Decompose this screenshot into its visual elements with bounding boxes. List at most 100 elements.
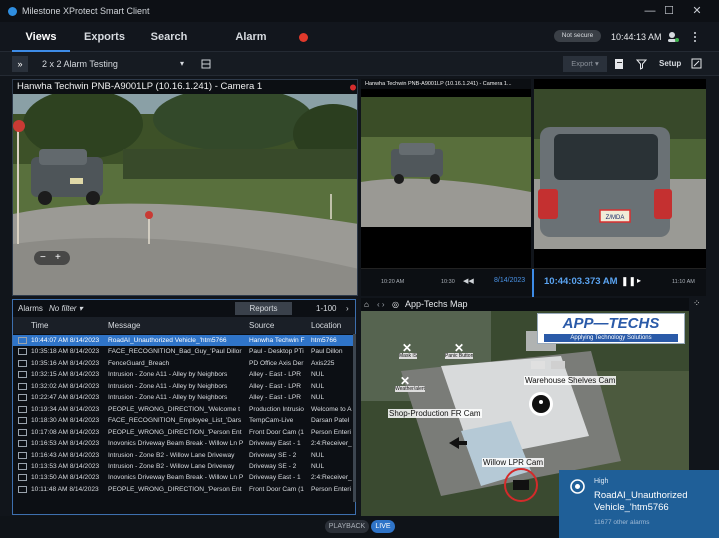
alarm-row[interactable]: 10:35:16 AM 8/14/2023 FenceGuard_Breach PD… <box>13 358 355 369</box>
col-message[interactable]: Message <box>108 317 140 334</box>
alarm-filter-value: No filter <box>49 304 77 313</box>
zoom-in-button[interactable]: + <box>55 251 61 265</box>
alarm-row[interactable]: 10:16:43 AM 8/14/2023 Intrusion - Zone B2… <box>13 450 355 461</box>
user-icon[interactable] <box>667 31 679 43</box>
document-icon[interactable] <box>614 58 625 70</box>
view-selector[interactable]: 2 x 2 Alarm Testing <box>42 56 118 72</box>
camera-1-video <box>13 94 357 295</box>
alarm-row[interactable]: 10:44:07 AM 8/14/2023 RoadAI_Unauthorized… <box>13 335 355 347</box>
alarm-location: Person Enteri <box>311 485 351 493</box>
fullscreen-icon[interactable] <box>691 58 702 69</box>
reports-button[interactable]: Reports <box>235 302 292 315</box>
alarm-time: 10:17:08 AM 8/14/2023 <box>31 428 100 436</box>
alarm-time: 10:22:47 AM 8/14/2023 <box>31 394 100 402</box>
alarm-location: Axis225 <box>311 359 335 367</box>
alarm-message: Intrusion - Zone A11 - Alley by Neighbor… <box>108 382 228 390</box>
alarm-location: Darsan Patel <box>311 417 350 425</box>
timeline-mid-time: 10:30 <box>441 279 455 285</box>
tab-views[interactable]: Views <box>12 22 70 52</box>
alarm-row-icon <box>18 382 27 390</box>
expand-panel-icon[interactable]: » <box>12 56 28 72</box>
view-setup-icon[interactable] <box>201 59 211 69</box>
not-secure-badge[interactable]: Not secure <box>554 30 601 42</box>
alarm-time: 10:13:50 AM 8/14/2023 <box>31 474 100 482</box>
alarm-location: Welcome to A <box>311 405 352 413</box>
mode-bar: PLAYBACK LIVE <box>0 516 559 538</box>
panic-button-label: Panic Button <box>445 353 474 359</box>
alarm-notification[interactable]: High RoadAI_Unauthorized Vehicle_'htm576… <box>559 470 719 538</box>
alarm-row[interactable]: 10:32:02 AM 8/14/2023 Intrusion - Zone A1… <box>13 381 355 392</box>
next-page-icon[interactable]: › <box>346 300 349 317</box>
alarm-source: PD Office Axis Der <box>249 359 304 367</box>
zoom-out-button[interactable]: − <box>40 251 46 265</box>
alarm-indicator-icon <box>299 33 308 42</box>
playback-timeline[interactable]: 10:20 AM 10:30 ◀◀ 8/14/2023 10:44:03.373… <box>361 268 706 297</box>
alarm-list-panel: Alarms No filter ▾ Reports 1-100 › Time … <box>12 299 356 515</box>
chevron-down-icon[interactable]: ▾ <box>180 56 184 72</box>
home-icon[interactable]: ⌂ <box>364 298 369 311</box>
camera-1-panel[interactable]: Hanwha Techwin PNB-A9001LP (10.16.1.241)… <box>12 79 358 296</box>
willow-lpr-camera-icon[interactable] <box>503 467 539 503</box>
camera-1-title: Hanwha Techwin PNB-A9001LP (10.16.1.241)… <box>13 80 357 94</box>
alarm-row[interactable]: 10:13:53 AM 8/14/2023 Intrusion - Zone B2… <box>13 461 355 472</box>
camera-3-panel[interactable]: Z/MDA <box>534 79 706 289</box>
alarm-location: NUL <box>311 462 325 470</box>
setup-button[interactable]: Setup <box>659 56 681 72</box>
alarm-location: Person Enteri <box>311 428 351 436</box>
close-button[interactable]: ✕ <box>680 0 714 22</box>
alarm-filter-dropdown[interactable]: No filter ▾ <box>49 300 83 317</box>
export-label: Export <box>571 59 593 68</box>
col-location[interactable]: Location <box>311 317 341 334</box>
alarm-row[interactable]: 10:22:47 AM 8/14/2023 Intrusion - Zone A1… <box>13 392 355 403</box>
alarm-time: 10:35:18 AM 8/14/2023 <box>31 348 100 356</box>
alarm-row[interactable]: 10:11:48 AM 8/14/2023 PEOPLE_WRONG_DIRECT… <box>13 484 355 495</box>
alarm-message: Inovonics Driveway Beam Break - Willow L… <box>108 474 244 482</box>
col-time[interactable]: Time <box>31 317 48 334</box>
alarm-location: Paul Dillon <box>311 348 343 356</box>
more-menu-icon[interactable] <box>693 31 697 43</box>
map-label-warehouse-cam[interactable]: Warehouse Shelves Cam <box>524 376 617 385</box>
camera-3-video: Z/MDA <box>534 89 706 249</box>
alarm-row[interactable]: 10:18:30 AM 8/14/2023 FACE_RECOGNITION_Em… <box>13 415 355 426</box>
alarm-source: Alley - East - LPR <box>249 371 302 379</box>
notification-message: RoadAI_Unauthorized Vehicle_'htm5766 <box>594 490 688 513</box>
playback-mode-button[interactable]: PLAYBACK <box>325 520 369 533</box>
alarm-row[interactable]: 10:35:18 AM 8/14/2023 FACE_RECOGNITION_Ba… <box>13 346 355 357</box>
tab-exports[interactable]: Exports <box>84 22 125 52</box>
alarm-location: NUL <box>311 371 325 379</box>
filter-icon[interactable] <box>636 58 647 70</box>
tab-alarm-manager[interactable]: Alarm Manager <box>213 22 289 73</box>
alarm-list-scrollbar[interactable] <box>353 334 356 502</box>
alarm-row[interactable]: 10:13:50 AM 8/14/2023 Inovonics Driveway … <box>13 472 355 483</box>
alarm-source: Driveway East - 1 <box>249 440 301 448</box>
weather-sensor-label: Weather/alert <box>395 386 425 392</box>
alarm-message: PEOPLE_WRONG_DIRECTION_'Welcome t <box>108 405 240 413</box>
alarm-source: Alley - East - LPR <box>249 382 302 390</box>
export-button[interactable]: Export ▾ <box>563 56 607 72</box>
app-logo-icon <box>8 6 17 16</box>
alarm-row-icon <box>18 371 27 379</box>
camera-2-panel[interactable]: Hanwha Techwin PNB-A9001LP (10.16.1.241)… <box>361 79 531 289</box>
step-forward-button[interactable]: ▸ <box>637 276 641 285</box>
warehouse-camera-icon[interactable] <box>528 391 554 417</box>
tab-search[interactable]: Search <box>150 22 188 52</box>
app-techs-logo: APP—TECHS Applying Technology Solutions <box>537 313 685 344</box>
back-icon[interactable]: ‹ › <box>377 298 385 311</box>
alarm-time: 10:35:16 AM 8/14/2023 <box>31 359 100 367</box>
alarm-row[interactable]: 10:19:34 AM 8/14/2023 PEOPLE_WRONG_DIRECT… <box>13 404 355 415</box>
map-label-shop-cam[interactable]: Shop-Production FR Cam <box>388 409 482 418</box>
alarm-time: 10:16:43 AM 8/14/2023 <box>31 451 100 459</box>
col-source[interactable]: Source <box>249 317 274 334</box>
map-options-icon[interactable]: ⁘ <box>693 298 706 311</box>
playhead[interactable] <box>532 269 534 297</box>
pause-button[interactable]: ❚❚ <box>621 276 636 287</box>
live-mode-button[interactable]: LIVE <box>371 520 395 533</box>
shop-camera-icon[interactable] <box>447 435 469 451</box>
alarm-row[interactable]: 10:16:53 AM 8/14/2023 Inovonics Driveway … <box>13 438 355 449</box>
step-back-button[interactable]: ◀◀ <box>463 277 474 285</box>
map-label-willow-lpr-cam[interactable]: Willow LPR Cam <box>482 458 545 467</box>
alarm-time: 10:32:02 AM 8/14/2023 <box>31 382 100 390</box>
camera-2-title: Hanwha Techwin PNB-A9001LP (10.16.1.241)… <box>361 79 531 89</box>
alarm-row[interactable]: 10:32:15 AM 8/14/2023 Intrusion - Zone A1… <box>13 369 355 380</box>
alarm-row[interactable]: 10:17:08 AM 8/14/2023 PEOPLE_WRONG_DIRECT… <box>13 427 355 438</box>
